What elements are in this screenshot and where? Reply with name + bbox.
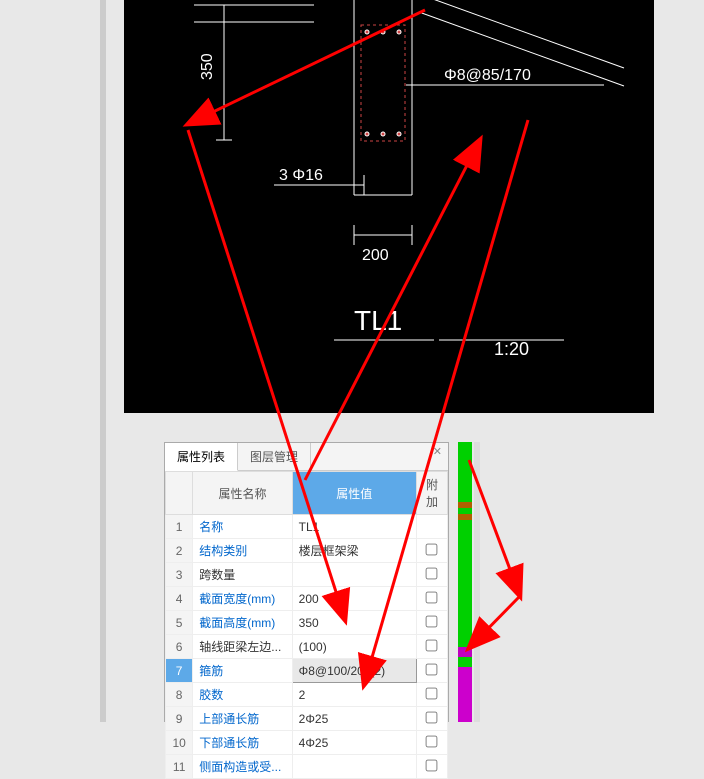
row-number: 10 — [166, 731, 193, 755]
extra-checkbox-cell[interactable] — [416, 587, 447, 611]
extra-checkbox-cell[interactable] — [416, 683, 447, 707]
property-value[interactable]: (100) — [292, 635, 416, 659]
col-rownum — [166, 472, 193, 515]
row-number: 9 — [166, 707, 193, 731]
property-value[interactable]: 2Φ25 — [292, 707, 416, 731]
property-name: 下部通长筋 — [193, 731, 292, 755]
vertical-divider — [100, 0, 106, 722]
col-name: 属性名称 — [193, 472, 292, 515]
property-value[interactable] — [292, 563, 416, 587]
row-number: 4 — [166, 587, 193, 611]
table-row[interactable]: 1名称TL1 — [166, 515, 448, 539]
table-row[interactable]: 8胶数2 — [166, 683, 448, 707]
extra-checkbox-cell[interactable] — [416, 755, 447, 779]
table-row[interactable]: 4截面宽度(mm)200 — [166, 587, 448, 611]
property-value[interactable]: 350 — [292, 611, 416, 635]
extra-checkbox-cell[interactable] — [416, 539, 447, 563]
close-icon[interactable]: ✕ — [433, 445, 442, 458]
property-name: 跨数量 — [193, 563, 292, 587]
extra-checkbox[interactable] — [426, 735, 438, 747]
extra-checkbox[interactable] — [426, 567, 438, 579]
table-row[interactable]: 7箍筋Φ8@100/200(2) — [166, 659, 448, 683]
extra-checkbox[interactable] — [426, 543, 438, 555]
row-number: 2 — [166, 539, 193, 563]
table-row[interactable]: 2结构类别楼层框架梁 — [166, 539, 448, 563]
row-number: 1 — [166, 515, 193, 539]
property-value[interactable]: TL1 — [292, 515, 416, 539]
table-row[interactable]: 9上部通长筋2Φ25 — [166, 707, 448, 731]
table-row[interactable]: 11侧面构造或受... — [166, 755, 448, 779]
row-number: 8 — [166, 683, 193, 707]
extra-checkbox[interactable] — [426, 711, 438, 723]
row-number: 7 — [166, 659, 193, 683]
section-name: TL1 — [354, 305, 402, 336]
property-value[interactable]: 2 — [292, 683, 416, 707]
extra-checkbox-cell[interactable] — [416, 635, 447, 659]
cad-drawing-viewport[interactable]: 350 200 3 Φ16 Φ8@85/170 TL1 1:20 — [124, 0, 654, 413]
extra-checkbox-cell[interactable] — [416, 659, 447, 683]
property-value[interactable]: Φ8@100/200(2) — [292, 659, 416, 683]
property-value[interactable] — [292, 755, 416, 779]
tab-properties[interactable]: 属性列表 — [165, 443, 238, 471]
properties-panel: ✕ 属性列表 图层管理 属性名称 属性值 附加 1名称TL12结构类别楼层框架梁… — [164, 442, 449, 722]
drawing-scale: 1:20 — [494, 339, 529, 359]
extra-checkbox-cell[interactable] — [416, 731, 447, 755]
extra-checkbox[interactable] — [426, 615, 438, 627]
property-value[interactable]: 楼层框架梁 — [292, 539, 416, 563]
col-extra: 附加 — [416, 472, 447, 515]
row-number: 5 — [166, 611, 193, 635]
extra-checkbox-cell[interactable] — [416, 707, 447, 731]
table-row[interactable]: 3跨数量 — [166, 563, 448, 587]
property-name: 截面宽度(mm) — [193, 587, 292, 611]
table-row[interactable]: 10下部通长筋4Φ25 — [166, 731, 448, 755]
extra-checkbox-cell[interactable] — [416, 515, 447, 539]
table-row[interactable]: 6轴线距梁左边...(100) — [166, 635, 448, 659]
row-number: 3 — [166, 563, 193, 587]
rebar-bottom-label: 3 Φ16 — [279, 167, 323, 184]
dim-width: 200 — [362, 247, 389, 264]
col-value: 属性值 — [292, 472, 416, 515]
property-name: 名称 — [193, 515, 292, 539]
tab-layers[interactable]: 图层管理 — [238, 443, 311, 470]
property-name: 胶数 — [193, 683, 292, 707]
dim-height: 350 — [199, 53, 216, 80]
extra-checkbox[interactable] — [426, 687, 438, 699]
row-number: 6 — [166, 635, 193, 659]
rebar-stirrup-label: Φ8@85/170 — [444, 67, 531, 84]
row-number: 11 — [166, 755, 193, 779]
extra-checkbox[interactable] — [426, 759, 438, 771]
property-name: 结构类别 — [193, 539, 292, 563]
properties-table: 属性名称 属性值 附加 1名称TL12结构类别楼层框架梁3跨数量4截面宽度(mm… — [165, 471, 448, 779]
property-name: 轴线距梁左边... — [193, 635, 292, 659]
property-value[interactable]: 4Φ25 — [292, 731, 416, 755]
panel-tabs: 属性列表 图层管理 — [165, 443, 448, 471]
extra-checkbox[interactable] — [426, 663, 438, 675]
property-name: 上部通长筋 — [193, 707, 292, 731]
extra-checkbox[interactable] — [426, 591, 438, 603]
extra-checkbox-cell[interactable] — [416, 611, 447, 635]
extra-checkbox[interactable] — [426, 639, 438, 651]
extra-checkbox-cell[interactable] — [416, 563, 447, 587]
table-row[interactable]: 5截面高度(mm)350 — [166, 611, 448, 635]
color-legend — [458, 442, 488, 722]
property-value[interactable]: 200 — [292, 587, 416, 611]
property-name: 截面高度(mm) — [193, 611, 292, 635]
property-name: 箍筋 — [193, 659, 292, 683]
property-name: 侧面构造或受... — [193, 755, 292, 779]
